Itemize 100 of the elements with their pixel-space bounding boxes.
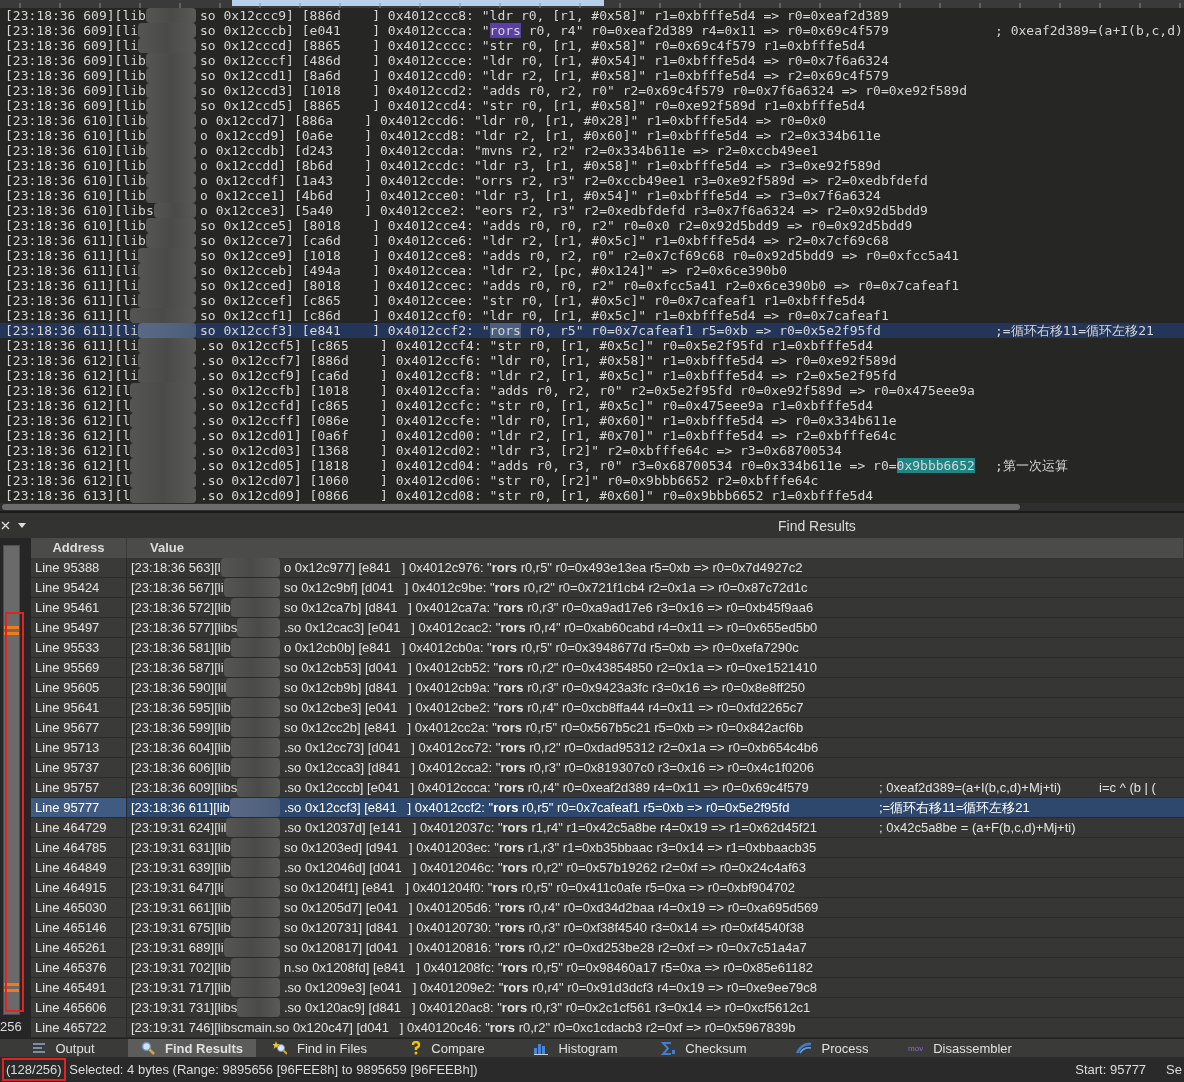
- value-cell[interactable]: [23:19:31 717][lib .so 0x1209e3] [e041 ] 0x401209e2: "rors r0,r4" r0=0x91d3dcf3 r4=0x19 => r0=0xe9ee79c8: [127, 978, 1184, 998]
- code-text: so 0x12cb9b] [d841 ] 0x4012cb9a: "rors r0,r3" r0=0x9423a3fc r3=0x16 => r0=0x8e8ff250: [284, 679, 807, 697]
- scrollbar-thumb[interactable]: [2, 504, 1020, 510]
- trace-row[interactable]: [23:18:36 610][lib o 0x12ccdd] [8b6d ] 0x4012ccdc: "ldr r3, [r1, #0x58]" r1=0xbfffe5d4 => r3=0xe92f589d: [0, 158, 1184, 173]
- trace-row[interactable]: [23:18:36 610][lib o 0x12cce1] [4b6d ] 0x4012cce0: "ldr r3, [r1, #0x54]" r1=0xbfffe5d4 => r3=0x7f6a6324: [0, 188, 1184, 203]
- panel-tab[interactable]: Find in Files: [256, 1039, 384, 1057]
- trace-row[interactable]: [23:18:36 612][l .so 0x12cd05] [1818 ] 0x4012cd04: "adds r0, r3, r0" r3=0x68700534 r0=0x334b611e => r0=0x9bbb6652 ;第一次运算: [0, 458, 1184, 473]
- count-label: 256: [0, 1019, 23, 1034]
- trace-row[interactable]: [23:18:36 612][l .so 0x12ccff] [086e ] 0x4012ccfe: "ldr r0, [r1, #0x60]" r1=0xbfffe5d4 => r0=0x334b611e: [0, 413, 1184, 428]
- trace-row[interactable]: [23:18:36 609][lib so 0x12ccd5] [8865 ] 0x4012ccd4: "str r0, [r1, #0x58]" r0=0xe92f589d r1=0xbfffe5d4: [0, 98, 1184, 113]
- trace-row[interactable]: [23:18:36 611][l so 0x12ccf1] [c86d ] 0x4012ccf0: "ldr r0, [r1, #0x5c]" r1=0xbfffe5d4 => r0=0x7cafeaf1: [0, 308, 1184, 323]
- value-cell[interactable]: [23:19:31 647][li so 0x1204f1] [e841 ] 0x401204f0: "rors r0,r5" r0=0x411c0afe r5=0xa => r0=0xbf904702: [127, 878, 1184, 898]
- trace-row[interactable]: [23:18:36 610][lib so 0x12cce5] [8018 ] 0x4012cce4: "adds r0, r0, r2" r0=0x0 r2=0x92d5bdd9 => r0=0x92d5bdd9: [0, 218, 1184, 233]
- value-cell[interactable]: [23:18:36 572][lib so 0x12ca7b] [d841 ] 0x4012ca7a: "rors r0,r3" r0=0xa9ad17e6 r3=0x16 => r0=0xb45f9aa6: [127, 598, 1184, 618]
- trace-row[interactable]: [23:18:36 611][li so 0x12cce9] [1018 ] 0x4012cce8: "adds r0, r2, r0" r2=0x7cf69c68 r0=0x92d5bdd9 => r0=0xfcc5a41: [0, 248, 1184, 263]
- value-cell[interactable]: [23:19:31 639][lib .so 0x12046d] [d041 ] 0x4012046c: "rors r0,r2" r0=0x57b19262 r2=0xf => r0=0x24c4af63: [127, 858, 1184, 878]
- trace-row[interactable]: [23:18:36 610][lib o 0x12ccdf] [1a43 ] 0x4012ccde: "orrs r2, r3" r2=0xccb49ee1 r3=0xe92f589d => r2=0xedbfdefd: [0, 173, 1184, 188]
- trace-row[interactable]: [23:18:36 611][li so 0x12cceb] [494a ] 0x4012ccea: "ldr r2, [pc, #0x124]" => r2=0x6ce390b0: [0, 263, 1184, 278]
- address-cell[interactable]: Line 464915: [31, 878, 127, 898]
- comment-text: ;第一次运算: [995, 458, 1068, 473]
- trace-row[interactable]: [23:18:36 612][l .so 0x12cd07] [1060 ] 0x4012cd06: "str r0, [r2]" r0=0x9bbb6652 r2=0xbfffe64c: [0, 473, 1184, 488]
- panel-tab[interactable]: Checksum: [640, 1039, 768, 1057]
- value-cell[interactable]: [23:19:31 689][li so 0x120817] [d041 ] 0x40120816: "rors r0,r2" r0=0xd253be28 r2=0xf => r0=0x7c51a4a7: [127, 938, 1184, 958]
- value-cell[interactable]: [23:18:36 567][li so 0x12c9bf] [d041 ] 0x4012c9be: "rors r0,r2" r0=0x721f1cb4 r2=0x1a => r0=0x87c72d1c: [127, 578, 1184, 598]
- address-cell[interactable]: Line 95497: [31, 618, 127, 638]
- value-cell[interactable]: [23:19:31 624][lil .so 0x12037d] [e141 ] 0x4012037c: "rors r1,r4" r1=0x42c5a8be r4=0x19 => r1=0x62d45f21 ; 0x42c5a8be = (a+F(b,c,d)+Mj+ti): [127, 818, 1184, 838]
- trace-row[interactable]: [23:18:36 610][lib o 0x12ccd7] [886a ] 0x4012ccd6: "ldr r0, [r1, #0x28]" r1=0xbfffe5d4 => r0=0x0: [0, 113, 1184, 128]
- address-cell[interactable]: Line 465030: [31, 898, 127, 918]
- address-cell[interactable]: Line 465376: [31, 958, 127, 978]
- trace-row[interactable]: [23:18:36 612][li .so 0x12ccf7] [886d ] 0x4012ccf6: "ldr r0, [r1, #0x58]" r1=0xbfffe5d4 => r0=0xe92f589d: [0, 353, 1184, 368]
- value-cell[interactable]: [23:18:36 590][lil so 0x12cb9b] [d841 ] 0x4012cb9a: "rors r0,r3" r0=0x9423a3fc r3=0x16 => r0=0x8e8ff250: [127, 678, 1184, 698]
- address-cell[interactable]: Line 465606: [31, 998, 127, 1018]
- log-prefix: [23:18:36 577][libs: [131, 619, 238, 637]
- trace-row[interactable]: [23:18:36 612][l .so 0x12cd03] [1368 ] 0x4012cd02: "ldr r3, [r2]" r2=0xbfffe64c => r3=0x68700534: [0, 443, 1184, 458]
- value-cell[interactable]: [23:18:36 611][lib .so 0x12ccf3] [e841 ] 0x4012ccf2: "rors r0,r5" r0=0x7cafeaf1 r5=0xb => r0=0x5e2f95fd ;=循环右移11=循环左移21: [127, 798, 1184, 818]
- address-cell[interactable]: Line 95777: [31, 798, 127, 818]
- trace-row[interactable]: [23:18:36 613][l .so 0x12cd09] [0866 ] 0x4012cd08: "str r0, [r1, #0x60]" r0=0x9bbb6652 r1=0xbfffe5d4: [0, 488, 1184, 503]
- trace-row[interactable]: [23:18:36 609][li so 0x12cccd] [8865 ] 0x4012cccc: "str r0, [r1, #0x58]" r0=0x69c4f579 r1=0xbfffe5d4: [0, 38, 1184, 53]
- address-cell[interactable]: Line 464729: [31, 818, 127, 838]
- address-cell[interactable]: Line 95605: [31, 678, 127, 698]
- trace-row[interactable]: [23:18:36 610][libs o 0x12cce3] [5a40 ] 0x4012cce2: "eors r2, r3" r2=0xedbfdefd r3=0x7f6a6324 => r2=0x92d5bdd9: [0, 203, 1184, 218]
- address-cell[interactable]: Line 465146: [31, 918, 127, 938]
- value-cell[interactable]: [23:18:36 606][lib .so 0x12cca3] [d841 ] 0x4012cca2: "rors r0,r3" r0=0x819307c0 r3=0x16 => r0=0x4c1f0206: [127, 758, 1184, 778]
- value-cell[interactable]: [23:19:31 702][lib n.so 0x1208fd] [e841 ] 0x401208fc: "rors r0,r5" r0=0x98460a17 r5=0xa => r0=0x85e61182: [127, 958, 1184, 978]
- close-icon[interactable]: [1, 521, 10, 530]
- address-cell[interactable]: Line 95677: [31, 718, 127, 738]
- column-header[interactable]: Address: [31, 538, 127, 558]
- panel-tab[interactable]: Compare: [384, 1039, 512, 1057]
- address-cell[interactable]: Line 95424: [31, 578, 127, 598]
- trace-row[interactable]: [23:18:36 609][lib so 0x12cccf] [486d ] 0x4012ccce: "ldr r0, [r1, #0x54]" r1=0xbfffe5d4 => r0=0x7f6a6324: [0, 53, 1184, 68]
- trace-row[interactable]: [23:18:36 612][l .so 0x12ccfb] [1018 ] 0x4012ccfa: "adds r0, r2, r0" r2=0x5e2f95fd r0=0xe92f589d => r0=0x475eee9a: [0, 383, 1184, 398]
- trace-row[interactable]: [23:18:36 612][l .so 0x12cd01] [0a6f ] 0x4012cd00: "ldr r2, [r1, #0x70]" r1=0xbfffe5d4 => r2=0xbfffe64c: [0, 428, 1184, 443]
- address-cell[interactable]: Line 95757: [31, 778, 127, 798]
- column-header[interactable]: Value: [127, 538, 1184, 558]
- trace-row[interactable]: [23:18:36 612][l .so 0x12ccfd] [c865 ] 0x4012ccfc: "str r0, [r1, #0x5c]" r0=0x475eee9a r1=0xbfffe5d4: [0, 398, 1184, 413]
- value-cell[interactable]: [23:19:31 661][lib so 0x1205d7] [e041 ] 0x401205d6: "rors r0,r4" r0=0xd34d2baa r4=0x19 => r0=0xa695d569: [127, 898, 1184, 918]
- address-cell[interactable]: Line 465491: [31, 978, 127, 998]
- trace-row[interactable]: [23:18:36 611][li so 0x12ccf3] [e841 ] 0x4012ccf2: "rors r0, r5" r0=0x7cafeaf1 r5=0xb => r0=0x5e2f95fd ;=循环右移11=循环左移21: [0, 323, 1184, 338]
- address-cell[interactable]: Line 95461: [31, 598, 127, 618]
- value-cell[interactable]: [23:18:36 581][lib o 0x12cb0b] [e841 ] 0x4012cb0a: "rors r0,r5" r0=0x3948677d r5=0xb => r0=0xefa7290c: [127, 638, 1184, 658]
- value-cell[interactable]: [23:18:36 599][lib so 0x12cc2b] [e841 ] 0x4012cc2a: "rors r0,r5" r0=0x567b5c21 r5=0xb => r0=0x842acf6b: [127, 718, 1184, 738]
- panel-tab[interactable]: mov Disassembler: [896, 1039, 1024, 1057]
- code-text: .so 0x12cd05] [1818 ] 0x4012cd04: "adds r0, r3, r0" r3=0x68700534 r0=0x334b611e => r0=0x9bbb6652: [200, 458, 976, 473]
- value-cell[interactable]: [23:19:31 631][lib so 0x1203ed] [d941 ] 0x401203ec: "rors r1,r3" r1=0xb35bbaac r3=0x14 => r1=0xbbaacb35: [127, 838, 1184, 858]
- address-cell[interactable]: Line 95569: [31, 658, 127, 678]
- tab-label: Find in Files: [296, 1040, 368, 1056]
- value-cell[interactable]: [23:18:36 604][lib .so 0x12cc73] [d041 ] 0x4012cc72: "rors r0,r2" r0=0xdad95312 r2=0x1a => r0=0xb654c4b6: [127, 738, 1184, 758]
- value-cell[interactable]: [23:18:36 577][libs .so 0x12cac3] [e041 ] 0x4012cac2: "rors r0,r4" r0=0xab60cabd r4=0x11 => r0=0x655ed5b0: [127, 618, 1184, 638]
- value-cell[interactable]: [23:19:31 675][lib so 0x120731] [d841 ] 0x40120730: "rors r0,r3" r0=0xf38f4540 r3=0x14 => r0=0xf4540f38: [127, 918, 1184, 938]
- trace-row[interactable]: [23:18:36 609][lib so 0x12ccd1] [8a6d ] 0x4012ccd0: "ldr r2, [r1, #0x58]" r1=0xbfffe5d4 => r2=0x69c4f579: [0, 68, 1184, 83]
- address-cell[interactable]: Line 465261: [31, 938, 127, 958]
- value-cell[interactable]: [23:18:36 609][libs .so 0x12cccb] [e041 ] 0x4012ccca: "rors r0,r4" r0=0xeaf2d389 r4=0x11 => r0=0x69c4f579 ; 0xeaf2d389=(a+I(b,c,d)+Mj+ti) i=c ^ (b | (: [127, 778, 1184, 798]
- trace-row[interactable]: [23:18:36 611][lib so 0x12cce7] [ca6d ] 0x4012cce6: "ldr r2, [r1, #0x5c]" r1=0xbfffe5d4 => r2=0x7cf69c68: [0, 233, 1184, 248]
- value-cell[interactable]: [23:19:31 731][libs .so 0x120ac9] [d841 ] 0x40120ac8: "rors r0,r3" r0=0x2c1cf561 r3=0x14 => r0=0xcf5612c1: [127, 998, 1184, 1018]
- panel-tab[interactable]: Process: [768, 1039, 896, 1057]
- address-cell[interactable]: Line 95641: [31, 698, 127, 718]
- trace-row[interactable]: [23:18:36 612][li .so 0x12ccf9] [ca6d ] 0x4012ccf8: "ldr r2, [r1, #0x5c]" r1=0xbfffe5d4 => r2=0x5e2f95fd: [0, 368, 1184, 383]
- panel-tab[interactable]: Histogram: [512, 1039, 640, 1057]
- trace-row[interactable]: [23:18:36 609][li so 0x12cccb] [e041 ] 0x4012ccca: "rors r0, r4" r0=0xeaf2d389 r4=0x11 => r0=0x69c4f579 ; 0xeaf2d389=(a+I(b,c,d): [0, 23, 1184, 38]
- caret-icon[interactable]: [18, 523, 26, 528]
- value-cell[interactable]: [23:18:36 587][li so 0x12cb53] [d041 ] 0x4012cb52: "rors r0,r2" r0=0x43854850 r2=0x1a => r0=0xe1521410: [127, 658, 1184, 678]
- address-cell[interactable]: Line 95388: [31, 558, 127, 578]
- panel-tab[interactable]: Find Results: [128, 1039, 256, 1057]
- panel-tab[interactable]: Output: [0, 1039, 128, 1057]
- trace-row[interactable]: [23:18:36 611][li .so 0x12ccf5] [c865 ] 0x4012ccf4: "str r0, [r1, #0x5c]" r0=0x5e2f95fd r1=0xbfffe5d4: [0, 338, 1184, 353]
- value-cell[interactable]: [23:18:36 595][lib so 0x12cbe3] [e041 ] 0x4012cbe2: "rors r0,r4" r0=0xcb8ffa44 r4=0x11 => r0=0xfd2265c7: [127, 698, 1184, 718]
- trace-row[interactable]: [23:18:36 610][lib o 0x12ccd9] [0a6e ] 0x4012ccd8: "ldr r2, [r1, #0x60]" r1=0xbfffe5d4 => r2=0x334b611e: [0, 128, 1184, 143]
- address-cell[interactable]: Line 95737: [31, 758, 127, 778]
- address-cell[interactable]: Line 95713: [31, 738, 127, 758]
- trace-row[interactable]: [23:18:36 609][lib so 0x12ccd3] [1018 ] 0x4012ccd2: "adds r0, r2, r0" r2=0x69c4f579 r0=0x7f6a6324 => r0=0xe92f589d: [0, 83, 1184, 98]
- address-cell[interactable]: Line 465722: [31, 1018, 127, 1038]
- value-cell[interactable]: [23:19:31 746][libscmain.so 0x120c47] [d041 ] 0x40120c46: "rors r0,r2" r0=0xc1cdacb3 r2=0xf => r0=0x5967839b: [127, 1018, 1184, 1038]
- address-cell[interactable]: Line 464849: [31, 858, 127, 878]
- address-cell[interactable]: Line 95533: [31, 638, 127, 658]
- value-cell[interactable]: [23:18:36 563][l o 0x12c977] [e841 ] 0x4012c976: "rors r0,r5" r0=0x493e13ea r5=0xb => r0=0x7d4927c2: [127, 558, 1184, 578]
- trace-row[interactable]: [23:18:36 611][li so 0x12ccef] [c865 ] 0x4012ccee: "str r0, [r1, #0x5c]" r0=0x7cafeaf1 r1=0xbfffe5d4: [0, 293, 1184, 308]
- trace-row[interactable]: [23:18:36 610][lib o 0x12ccdb] [d243 ] 0x4012ccda: "mvns r2, r2" r2=0x334b611e => r2=0xccb49ee1: [0, 143, 1184, 158]
- address-cell[interactable]: Line 464785: [31, 838, 127, 858]
- trace-row[interactable]: [23:18:36 609][lib so 0x12ccc9] [886d ] 0x4012ccc8: "ldr r0, [r1, #0x58]" r1=0xbfffe5d4 => r0=0xeaf2d389: [0, 8, 1184, 23]
- trace-row[interactable]: [23:18:36 611][li so 0x12cced] [8018 ] 0x4012ccec: "adds r0, r0, r2" r0=0xfcc5a41 r2=0x6ce390b0 => r0=0x7cafeaf1: [0, 278, 1184, 293]
